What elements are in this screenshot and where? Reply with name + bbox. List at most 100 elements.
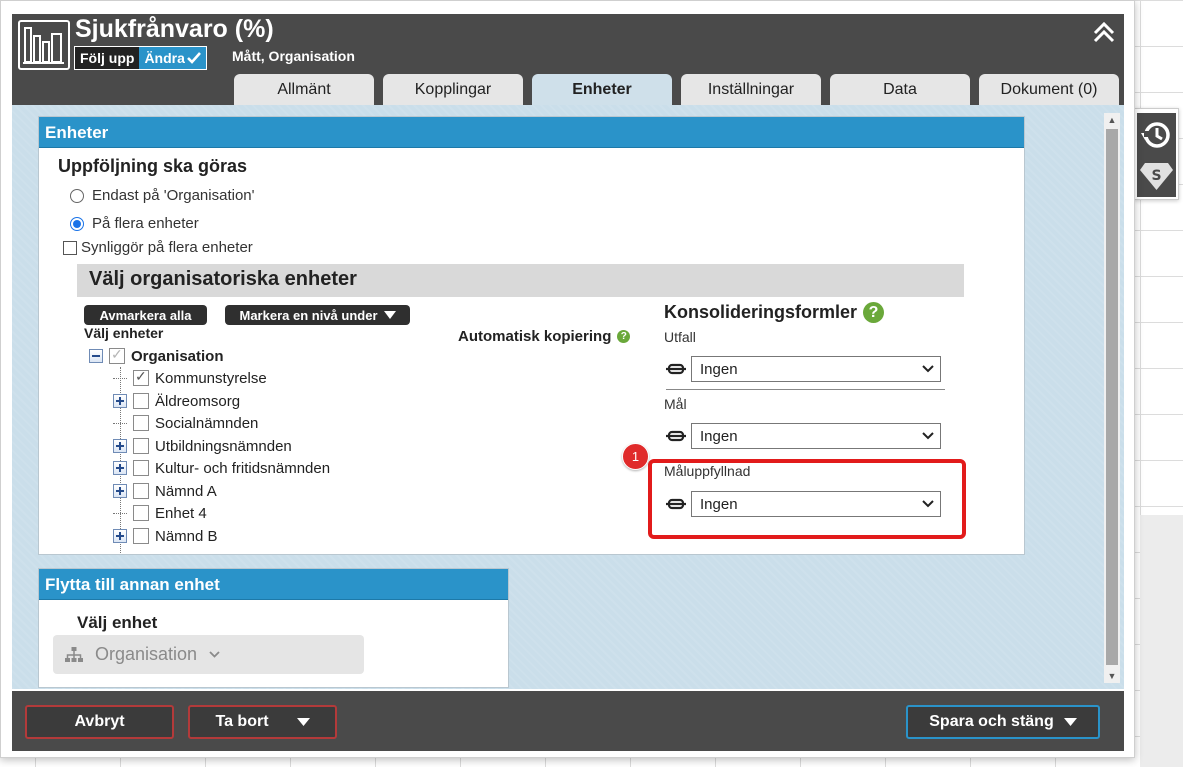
tab-installningar[interactable]: Inställningar [681,74,821,105]
follow-up-heading: Uppföljning ska göras [58,156,248,176]
tree-checkbox[interactable] [133,483,149,499]
tree-node-namnd-a: Nämnd A [113,480,217,502]
tree-node-label: Utbildningsnämnden [155,437,292,455]
dialog-subtitle: Mått, Organisation [232,48,355,64]
tree-expand-icon[interactable] [113,529,127,543]
dialog-header: Sjukfrånvaro (%) Följ upp Ändra Mått, Or… [12,14,1124,105]
tree-checkbox[interactable] [133,460,149,476]
tree-node-label: Nämnd A [155,482,217,500]
radio-multiple-units-button[interactable] [70,216,84,231]
unit-select[interactable]: Organisation [53,635,364,674]
mal-select[interactable]: Ingen [691,423,941,449]
radio-multiple-units-label: På flera enheter [92,215,199,232]
tree-node-aldreomsorg: Äldreomsorg [113,390,240,412]
tree-expand-icon[interactable] [113,439,127,453]
tree-connector [113,422,127,424]
visible-multiple-units-checkbox[interactable]: Synliggör på flera enheter [63,239,253,256]
chevron-down-icon [922,365,934,373]
utfall-select[interactable]: Ingen [691,356,941,382]
scroll-thumb[interactable] [1106,129,1118,665]
choose-unit-label: Välj enhet [77,613,158,632]
mark-level-below-label: Markera en nivå under [239,307,378,323]
vertical-scrollbar[interactable]: ▲ ▼ [1104,113,1120,683]
scroll-down-arrow-icon[interactable]: ▼ [1104,669,1120,683]
tree-connector [113,377,127,379]
utfall-row: Ingen [666,356,941,382]
tree-collapse-icon[interactable] [89,349,103,363]
tab-dokument[interactable]: Dokument (0) [979,74,1119,105]
caret-down-icon[interactable] [1063,718,1077,726]
edit-mode-label: Ändra [144,50,185,66]
delete-button-label: Ta bort [215,713,269,730]
auto-copy-label: Automatisk kopiering ? [458,328,631,345]
history-icon[interactable] [1137,115,1176,155]
consolidation-heading: Konsolideringsformler ? [664,302,885,323]
delete-button[interactable]: Ta bort [188,705,337,739]
link-icon[interactable] [666,363,686,375]
mode-toggle: Följ upp Ändra [74,46,207,70]
consolidation-title: Konsolideringsformler [664,302,858,322]
tree-node-label: Socialnämnden [155,414,259,432]
superhero-icon[interactable]: S [1137,155,1176,195]
tree-node-enhet-4: Enhet 4 [113,502,207,524]
cancel-button[interactable]: Avbryt [25,705,174,739]
auto-copy-text: Automatisk kopiering [458,328,612,345]
tree-expand-icon[interactable] [113,394,127,408]
tree-node-label: Organisation [131,347,224,365]
tab-kopplingar[interactable]: Kopplingar [383,74,523,105]
tree-expand-icon[interactable] [113,484,127,498]
units-panel-title: Enheter [39,117,1024,148]
scroll-up-arrow-icon[interactable]: ▲ [1104,113,1120,127]
tree-checkbox[interactable] [133,393,149,409]
caret-down-icon [383,311,396,319]
svg-text:S: S [1151,168,1161,184]
divider [666,389,945,390]
mal-row: Ingen [666,423,941,449]
visible-multiple-units-box[interactable] [63,240,77,255]
link-icon[interactable] [666,430,686,442]
side-toolbar: S [1134,108,1179,200]
utfall-select-value: Ingen [700,360,738,378]
radio-multiple-units[interactable]: På flera enheter [70,215,199,232]
tree-node-kultur-fritid: Kultur- och fritidsnämnden [113,457,330,479]
tree-connector [113,512,127,514]
follow-up-mode-button[interactable]: Följ upp [75,47,140,69]
background-panel [1140,515,1183,767]
move-unit-title: Flytta till annan enhet [39,569,508,600]
edit-mode-button[interactable]: Ändra [139,47,206,69]
edit-dialog: Sjukfrånvaro (%) Följ upp Ändra Mått, Or… [0,0,1135,758]
cancel-button-label: Avbryt [74,713,125,730]
tree-node-label: Nämnd B [155,527,218,545]
tab-allmant[interactable]: Allmänt [234,74,374,105]
tree-checkbox[interactable] [133,528,149,544]
collapse-chevron-icon[interactable] [1092,20,1116,44]
tree-node-label: Äldreomsorg [155,392,241,410]
mark-level-below-button[interactable]: Markera en nivå under [225,305,410,325]
tree-checkbox[interactable] [109,346,125,364]
tree-node-organisation: Organisation [89,345,224,367]
unmark-all-button[interactable]: Avmarkera alla [84,305,207,325]
tree-expand-icon[interactable] [113,461,127,475]
help-icon[interactable]: ? [863,302,885,323]
tree-checkbox[interactable] [133,438,149,454]
tree-node-label: Kommunstyrelse [155,369,267,387]
mal-label: Mål [664,396,687,412]
tree-node-kommunstyrelse: Kommunstyrelse [113,367,267,389]
tree-checkbox[interactable] [133,505,149,521]
chevron-down-icon [922,432,934,440]
visible-multiple-units-label: Synliggör på flera enheter [81,239,253,256]
caret-down-icon[interactable] [296,718,310,726]
move-unit-panel: Flytta till annan enhet Välj enhet Organ… [38,568,509,688]
tree-checkbox[interactable] [133,415,149,431]
units-panel: Enheter Uppföljning ska göras Endast på … [38,116,1025,555]
tab-data[interactable]: Data [830,74,970,105]
radio-only-organisation-button[interactable] [70,188,84,203]
tab-enheter[interactable]: Enheter [532,74,672,105]
dialog-title: Sjukfrånvaro (%) [75,15,274,43]
save-and-close-button[interactable]: Spara och stäng [906,705,1100,739]
radio-only-organisation[interactable]: Endast på 'Organisation' [70,187,255,204]
tree-checkbox[interactable] [133,368,149,386]
help-icon[interactable]: ? [617,330,631,343]
tree-node-socialnamnden: Socialnämnden [113,412,258,434]
chevron-down-icon [209,651,220,658]
